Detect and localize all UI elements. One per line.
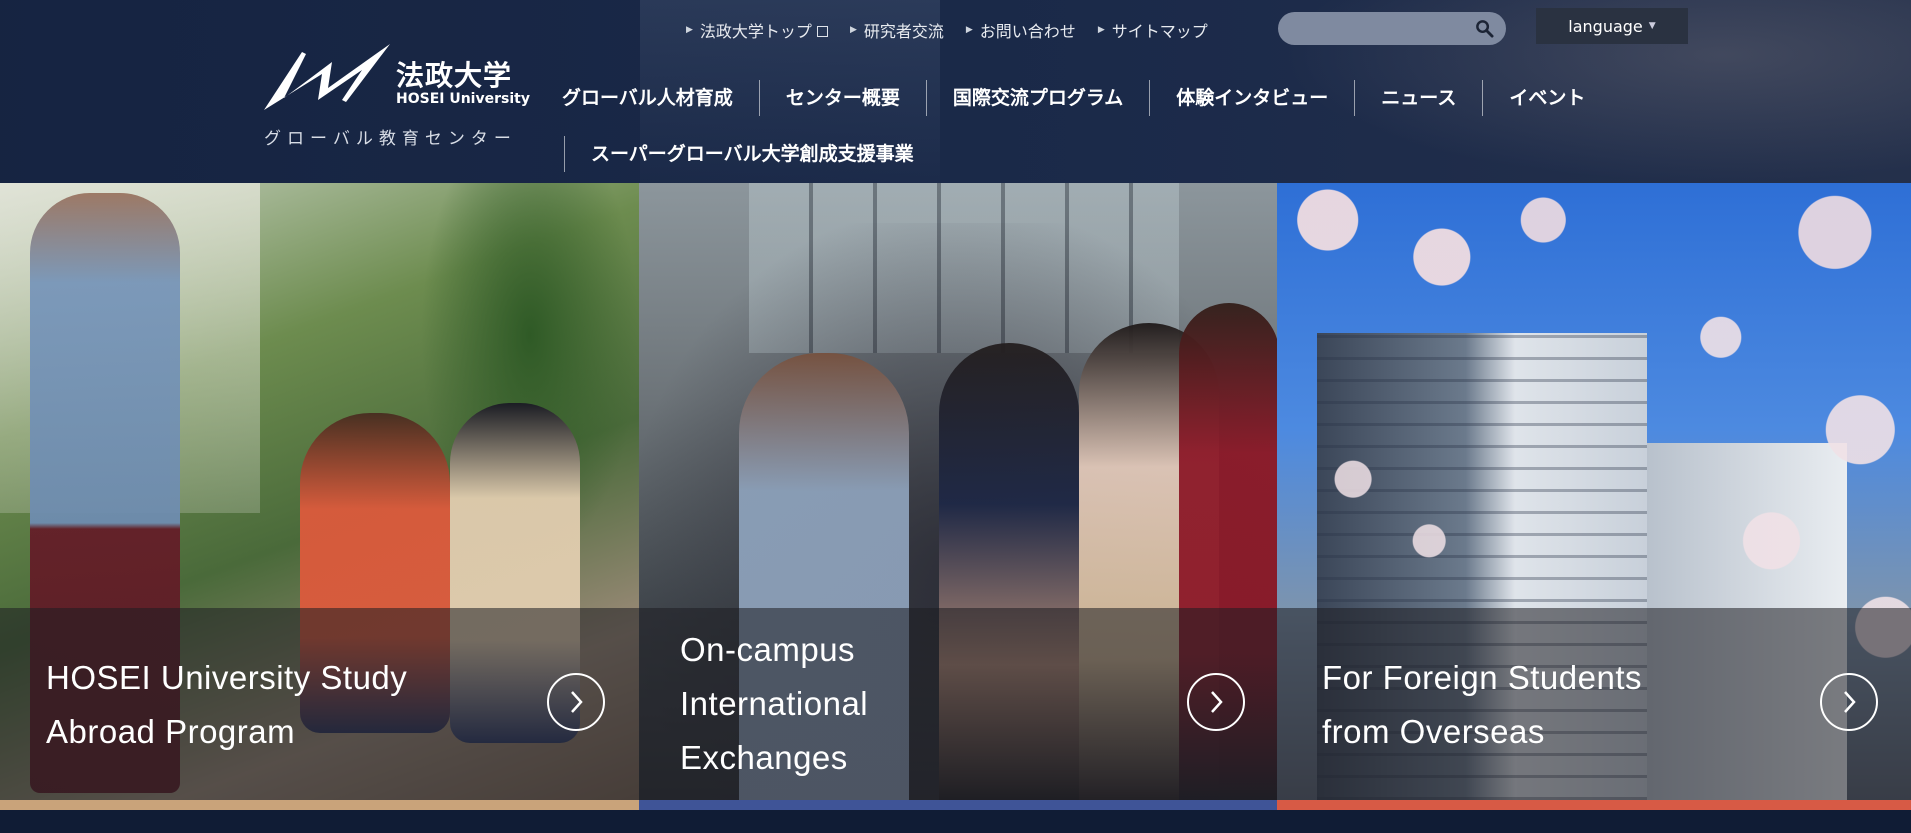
top-link-label: 法政大学トップ: [699, 22, 812, 41]
chevron-down-icon: ▼: [1648, 21, 1656, 31]
panel-arrow-button[interactable]: [1187, 673, 1245, 731]
external-window-icon: [816, 25, 828, 37]
panel-arrow-button[interactable]: [1820, 673, 1878, 731]
search-input[interactable]: [1278, 12, 1468, 45]
footer-strip: [0, 810, 1911, 833]
top-link-label: サイトマップ: [1111, 22, 1208, 41]
nav-super-global-university[interactable]: スーパーグローバル大学創成支援事業: [564, 136, 914, 172]
top-link-label: 研究者交流: [863, 22, 944, 41]
top-link-sitemap[interactable]: ▶ サイトマップ: [1098, 18, 1208, 42]
triangle-right-icon: ▶: [686, 25, 693, 35]
site-logo[interactable]: 法政大学 HOSEI University グローバル教育センター: [262, 44, 542, 154]
hosei-logo-icon: [264, 44, 390, 110]
panel-study-abroad[interactable]: HOSEI University Study Abroad Program: [0, 183, 639, 800]
logo-english-name: HOSEI University: [396, 91, 530, 107]
panel-accent-bar-foreign-students: [1277, 800, 1911, 810]
panel-on-campus-exchanges[interactable]: On-campus International Exchanges: [639, 183, 1277, 800]
language-dropdown[interactable]: language ▼: [1536, 8, 1688, 44]
panel-accent-bar-on-campus: [639, 800, 1277, 810]
site-header: 法政大学 HOSEI University グローバル教育センター ▶ 法政大学…: [0, 0, 1911, 183]
nav-global-talent[interactable]: グローバル人材育成: [540, 80, 759, 116]
triangle-right-icon: ▶: [849, 25, 857, 35]
top-link-hosei-top[interactable]: ▶ 法政大学トップ: [686, 18, 828, 42]
nav-events[interactable]: イベント: [1482, 80, 1611, 116]
global-navigation: グローバル人材育成 センター概要 国際交流プログラム 体験インタビュー ニュース…: [540, 80, 1611, 116]
logo-subtitle: グローバル教育センター: [264, 129, 517, 149]
nav-center-overview[interactable]: センター概要: [758, 80, 926, 116]
triangle-right-icon: ▶: [1097, 25, 1105, 35]
nav-interviews[interactable]: 体験インタビュー: [1149, 80, 1354, 116]
utility-links: ▶ 法政大学トップ ▶ 研究者交流 ▶ お問い合わせ ▶ サイトマップ: [686, 18, 1230, 42]
chevron-right-icon: [571, 691, 583, 713]
panel-arrow-button[interactable]: [547, 673, 605, 731]
nav-news[interactable]: ニュース: [1354, 80, 1482, 116]
panel-title: On-campus International Exchanges: [680, 631, 869, 776]
search-box: [1278, 12, 1506, 45]
chevron-right-icon: [1211, 691, 1223, 713]
top-link-label: お問い合わせ: [979, 22, 1076, 41]
search-icon[interactable]: [1475, 19, 1494, 38]
panel-title: HOSEI University Study Abroad Program: [46, 659, 408, 750]
hero-panels: HOSEI University Study Abroad Program On…: [0, 183, 1911, 800]
panel-title: For Foreign Students from Overseas: [1322, 659, 1642, 750]
panel-foreign-students[interactable]: For Foreign Students from Overseas: [1277, 183, 1911, 800]
nav-international-programs[interactable]: 国際交流プログラム: [925, 80, 1149, 116]
language-label: language: [1568, 16, 1643, 36]
chevron-right-icon: [1844, 691, 1856, 713]
panel-accent-bar-study-abroad: [0, 800, 639, 810]
logo-japanese-name: 法政大学: [396, 59, 513, 92]
triangle-right-icon: ▶: [965, 25, 973, 35]
top-link-contact[interactable]: ▶ お問い合わせ: [966, 18, 1076, 42]
top-link-researcher-exchange[interactable]: ▶ 研究者交流: [850, 18, 944, 42]
